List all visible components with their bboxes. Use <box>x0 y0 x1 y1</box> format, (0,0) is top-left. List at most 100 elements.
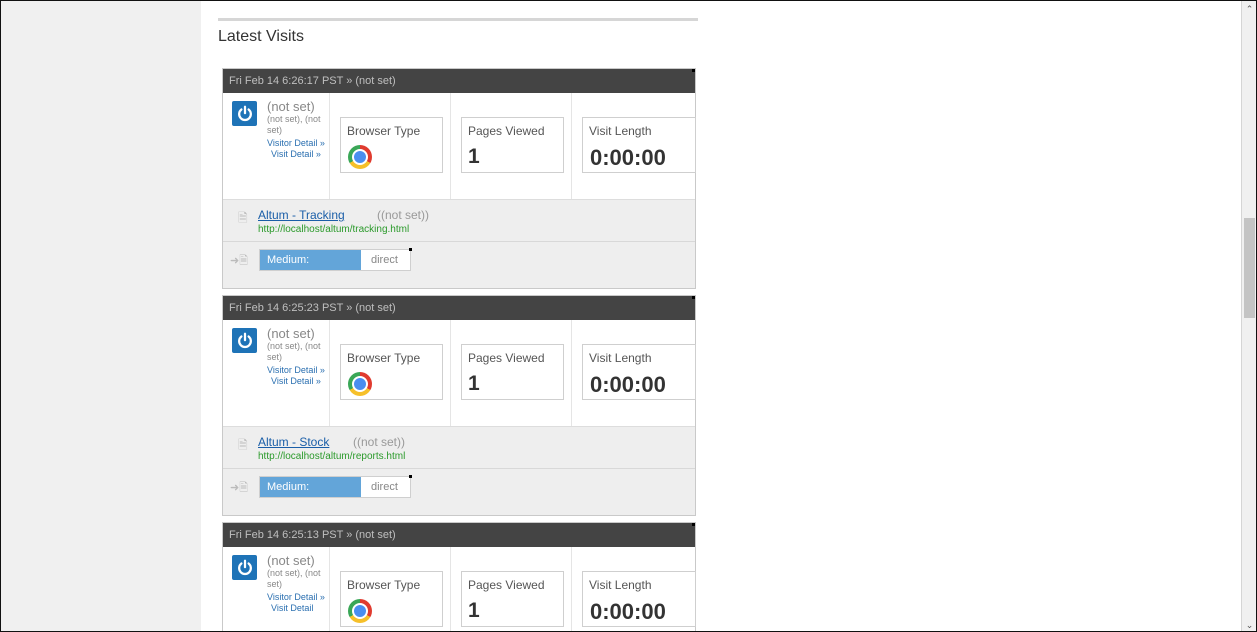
medium-badge: Medium: direct <box>259 475 412 498</box>
power-icon <box>232 328 257 353</box>
visitor-info: (not set) (not set), (not set) Visitor D… <box>267 100 327 160</box>
browser-viewport: Latest Visits Fri Feb 14 6:26:17 PST » (… <box>0 0 1257 632</box>
pages-viewed-label: Pages Viewed <box>468 351 545 365</box>
visit-card: Fri Feb 14 6:25:23 PST » (not set) (not … <box>222 295 696 516</box>
medium-label: Medium: <box>260 477 361 497</box>
corner-marker <box>409 248 412 251</box>
visit-length-value: 0:00:00 <box>590 372 666 397</box>
browser-type-cell: Browser Type <box>329 547 451 631</box>
visit-header-text: Fri Feb 14 6:26:17 PST » (not set) <box>229 75 396 87</box>
scroll-up-arrow-icon[interactable]: ⌃ <box>1243 3 1256 15</box>
pages-viewed-value: 1 <box>468 599 480 622</box>
visit-card: Fri Feb 14 6:25:13 PST » (not set) (not … <box>222 522 696 631</box>
visit-header-text: Fri Feb 14 6:25:23 PST » (not set) <box>229 302 396 314</box>
visitor-name: (not set) <box>267 326 315 341</box>
medium-badge: Medium: direct <box>259 248 412 271</box>
page-title-link[interactable]: Altum - Stock <box>258 435 329 449</box>
visit-length-box: Visit Length 0:00:00 <box>582 571 696 627</box>
visit-length-cell: Visit Length 0:00:00 <box>571 93 696 199</box>
visit-detail-link[interactable]: Visit Detail » <box>267 376 327 387</box>
visit-length-box: Visit Length 0:00:00 <box>582 117 696 173</box>
chrome-icon <box>348 145 372 169</box>
visitor-location: (not set), (not set) <box>267 114 321 135</box>
vertical-scrollbar[interactable]: ⌃ ⌄ <box>1241 1 1256 631</box>
visitor-name: (not set) <box>267 553 315 568</box>
visit-header: Fri Feb 14 6:26:17 PST » (not set) <box>223 69 695 93</box>
visit-length-label: Visit Length <box>589 578 652 592</box>
visitor-detail-link[interactable]: Visitor Detail » <box>267 365 327 376</box>
visitor-detail-link[interactable]: Visitor Detail » <box>267 138 327 149</box>
visitor-location: (not set), (not set) <box>267 341 321 362</box>
page-url: http://localhost/altum/tracking.html <box>258 224 410 235</box>
chrome-icon <box>348 599 372 623</box>
visit-length-value: 0:00:00 <box>590 599 666 624</box>
pages-viewed-label: Pages Viewed <box>468 578 545 592</box>
pages-viewed-cell: Pages Viewed 1 <box>450 547 572 631</box>
medium-row: ➜🗎 Medium: direct <box>223 242 695 288</box>
scrollbar-thumb[interactable] <box>1244 218 1255 318</box>
page-row: 🗎 Altum - Stock ((not set)) http://local… <box>223 427 695 469</box>
left-gutter <box>1 1 201 631</box>
visitor-cell: (not set) (not set), (not set) Visitor D… <box>223 320 329 426</box>
visitor-info: (not set) (not set), (not set) Visitor D… <box>267 554 327 614</box>
browser-type-cell: Browser Type <box>329 320 451 426</box>
main-content: Latest Visits Fri Feb 14 6:26:17 PST » (… <box>201 1 1241 631</box>
page-icon: 🗎 <box>238 211 248 225</box>
visitor-name: (not set) <box>267 99 315 114</box>
entry-arrow-icon: ➜🗎 <box>230 255 249 267</box>
visit-length-cell: Visit Length 0:00:00 <box>571 320 696 426</box>
visit-detail-link[interactable]: Visit Detail » <box>267 149 327 160</box>
section-title: Latest Visits <box>218 28 304 45</box>
scroll-down-arrow-icon[interactable]: ⌄ <box>1243 619 1256 631</box>
visit-body: (not set) (not set), (not set) Visitor D… <box>223 93 696 200</box>
visitor-cell: (not set) (not set), (not set) Visitor D… <box>223 547 329 631</box>
visitor-detail-link[interactable]: Visitor Detail » <box>267 592 327 603</box>
medium-value: direct <box>371 254 398 266</box>
entry-arrow-icon: ➜🗎 <box>230 482 249 494</box>
browser-type-label: Browser Type <box>347 351 421 365</box>
pages-viewed-value: 1 <box>468 372 480 395</box>
corner-marker <box>692 69 695 72</box>
browser-type-box: Browser Type <box>340 571 443 627</box>
medium-row: ➜🗎 Medium: direct <box>223 469 695 515</box>
visitor-cell: (not set) (not set), (not set) Visitor D… <box>223 93 329 199</box>
page-url: http://localhost/altum/reports.html <box>258 451 406 462</box>
section-divider <box>218 18 698 21</box>
visit-length-label: Visit Length <box>589 124 652 138</box>
visit-length-cell: Visit Length 0:00:00 <box>571 547 696 631</box>
visit-body: (not set) (not set), (not set) Visitor D… <box>223 320 696 427</box>
visit-body: (not set) (not set), (not set) Visitor D… <box>223 547 696 631</box>
visit-length-box: Visit Length 0:00:00 <box>582 344 696 400</box>
corner-marker <box>692 296 695 299</box>
visit-detail-link[interactable]: Visit Detail <box>267 603 327 614</box>
pages-viewed-label: Pages Viewed <box>468 124 545 138</box>
visitor-info: (not set) (not set), (not set) Visitor D… <box>267 327 327 387</box>
corner-marker <box>409 475 412 478</box>
corner-marker <box>692 523 695 526</box>
page-set-label: ((not set)) <box>377 208 430 222</box>
medium-value: direct <box>371 481 398 493</box>
visit-length-label: Visit Length <box>589 351 652 365</box>
power-icon <box>232 555 257 580</box>
visit-header-text: Fri Feb 14 6:25:13 PST » (not set) <box>229 529 396 541</box>
pages-viewed-box: Pages Viewed 1 <box>461 344 564 400</box>
power-icon <box>232 101 257 126</box>
medium-label: Medium: <box>260 250 361 270</box>
page-title-link[interactable]: Altum - Tracking <box>258 208 345 222</box>
scrollbar-track <box>1241 1 1242 631</box>
browser-type-box: Browser Type <box>340 117 443 173</box>
pages-viewed-cell: Pages Viewed 1 <box>450 320 572 426</box>
visit-header: Fri Feb 14 6:25:23 PST » (not set) <box>223 296 695 320</box>
pages-viewed-value: 1 <box>468 145 480 168</box>
browser-type-label: Browser Type <box>347 124 421 138</box>
browser-type-box: Browser Type <box>340 344 443 400</box>
page-icon: 🗎 <box>238 438 248 452</box>
chrome-icon <box>348 372 372 396</box>
visit-header: Fri Feb 14 6:25:13 PST » (not set) <box>223 523 695 547</box>
browser-type-cell: Browser Type <box>329 93 451 199</box>
pages-viewed-cell: Pages Viewed 1 <box>450 93 572 199</box>
page-row: 🗎 Altum - Tracking ((not set)) http://lo… <box>223 200 695 242</box>
page-set-label: ((not set)) <box>353 435 406 449</box>
visitor-location: (not set), (not set) <box>267 568 321 589</box>
visit-length-value: 0:00:00 <box>590 145 666 170</box>
